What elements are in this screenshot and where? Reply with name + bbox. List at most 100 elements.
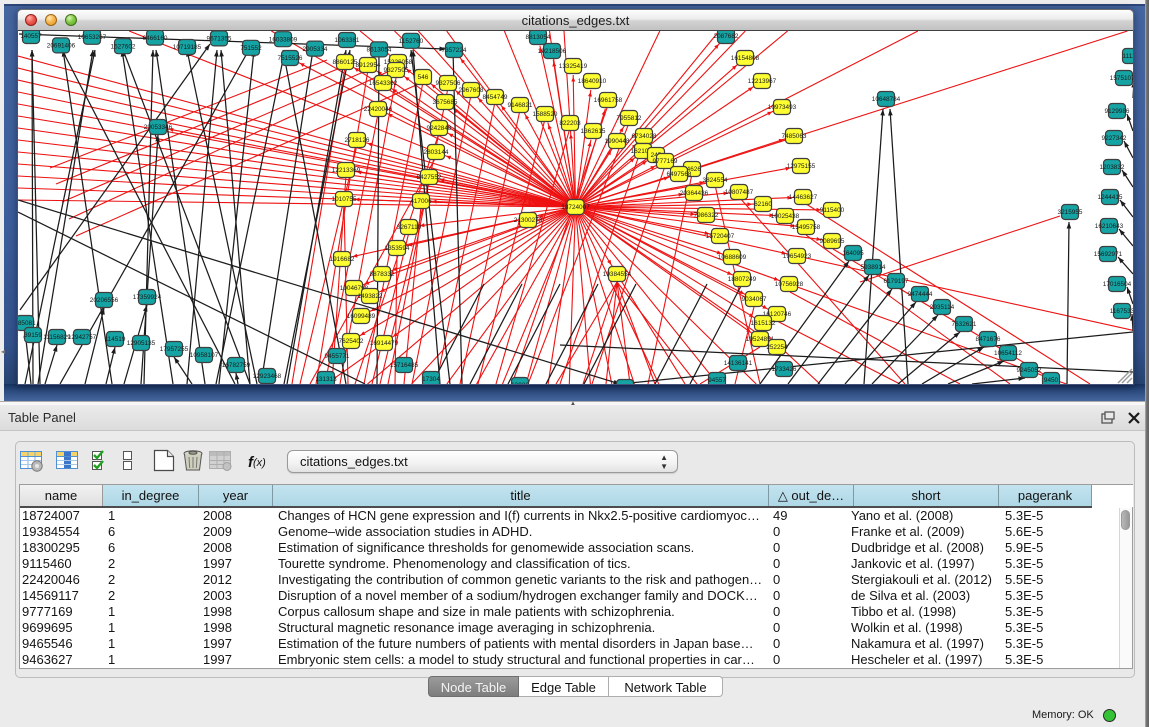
svg-text:1588520: 1588520 xyxy=(533,111,558,118)
svg-text:20691406: 20691406 xyxy=(47,43,76,50)
svg-text:12923468: 12923468 xyxy=(253,373,282,380)
svg-text:10688609: 10688609 xyxy=(718,254,747,261)
svg-text:1527602: 1527602 xyxy=(111,43,136,50)
svg-text:1615132: 1615132 xyxy=(751,320,776,327)
svg-text:3215955: 3215955 xyxy=(1058,209,1083,216)
svg-text:9450: 9450 xyxy=(1044,377,1059,384)
svg-text:15751074: 15751074 xyxy=(1110,75,1133,82)
svg-text:8613054: 8613054 xyxy=(367,47,392,54)
svg-text:1063381: 1063381 xyxy=(335,37,360,44)
svg-text:11125: 11125 xyxy=(1123,53,1133,60)
svg-text:7485063: 7485063 xyxy=(782,133,807,140)
svg-text:8860125: 8860125 xyxy=(333,59,358,66)
svg-text:9146821: 9146821 xyxy=(508,102,533,109)
svg-text:417006: 417006 xyxy=(410,198,432,205)
svg-text:19384554: 19384554 xyxy=(603,271,632,278)
svg-text:822203: 822203 xyxy=(559,120,581,127)
svg-text:140557: 140557 xyxy=(20,33,42,40)
svg-text:1916682: 1916682 xyxy=(330,256,355,263)
svg-text:20206556: 20206556 xyxy=(90,297,119,304)
svg-text:9777169: 9777169 xyxy=(653,158,678,165)
svg-text:5938914: 5938914 xyxy=(861,264,886,271)
svg-text:16154808: 16154808 xyxy=(731,55,760,62)
svg-text:185081: 185081 xyxy=(18,320,36,327)
svg-text:6734028: 6734028 xyxy=(632,133,657,140)
svg-text:15720407: 15720407 xyxy=(706,233,735,240)
svg-text:(x): (x) xyxy=(253,457,266,469)
svg-text:17016504: 17016504 xyxy=(1103,281,1132,288)
svg-text:14463627: 14463627 xyxy=(789,194,818,201)
svg-text:7357224: 7357224 xyxy=(442,47,467,54)
svg-text:9129986: 9129986 xyxy=(1105,108,1130,115)
svg-text:20364436: 20364436 xyxy=(680,190,709,197)
svg-text:16961758: 16961758 xyxy=(594,97,623,104)
svg-text:15495758: 15495758 xyxy=(792,224,821,231)
svg-text:16210643: 16210643 xyxy=(1095,223,1124,230)
svg-text:3675685: 3675685 xyxy=(433,99,458,106)
svg-text:3824554: 3824554 xyxy=(703,177,728,184)
svg-text:751552: 751552 xyxy=(240,45,262,52)
svg-text:6179197: 6179197 xyxy=(884,278,909,285)
svg-text:12213369: 12213369 xyxy=(332,167,361,174)
svg-text:1362615: 1362615 xyxy=(581,128,606,135)
svg-text:7986322: 7986322 xyxy=(694,212,719,219)
svg-text:8813054: 8813054 xyxy=(526,34,551,41)
svg-text:8912954: 8912954 xyxy=(356,62,381,69)
svg-text:29053346: 29053346 xyxy=(144,124,173,131)
svg-text:39159: 39159 xyxy=(24,332,42,339)
svg-text:62160: 62160 xyxy=(754,201,772,208)
svg-text:9455771: 9455771 xyxy=(325,353,350,360)
svg-text:94557: 94557 xyxy=(708,377,726,384)
svg-text:12036: 12036 xyxy=(511,382,529,384)
svg-text:114519: 114519 xyxy=(105,336,126,343)
svg-text:19218506: 19218506 xyxy=(538,48,567,55)
svg-text:10807487: 10807487 xyxy=(725,189,754,196)
svg-text:6497568: 6497568 xyxy=(667,171,692,178)
svg-text:8454749: 8454749 xyxy=(483,94,508,101)
svg-text:9671355: 9671355 xyxy=(207,36,232,43)
svg-text:7515526: 7515526 xyxy=(278,55,303,62)
svg-text:7632621: 7632621 xyxy=(952,321,977,328)
svg-text:2905334: 2905334 xyxy=(303,46,328,53)
svg-text:17304: 17304 xyxy=(422,376,440,383)
svg-text:10973493: 10973493 xyxy=(768,104,797,111)
svg-text:10648784: 10648784 xyxy=(872,96,901,103)
svg-text:10756928: 10756928 xyxy=(775,281,804,288)
svg-text:1152760: 1152760 xyxy=(399,38,424,45)
svg-text:12975155: 12975155 xyxy=(787,163,816,170)
svg-text:1733426: 1733426 xyxy=(772,366,797,373)
svg-text:12905135: 12905135 xyxy=(127,340,156,347)
svg-text:7625402: 7625402 xyxy=(339,338,364,345)
svg-text:9327505: 9327505 xyxy=(384,67,409,74)
svg-text:10719185: 10719185 xyxy=(173,44,202,51)
svg-text:17359924: 17359924 xyxy=(133,294,162,301)
svg-text:18640910: 18640910 xyxy=(578,78,607,85)
svg-text:2935114: 2935114 xyxy=(930,304,955,311)
svg-text:1493822: 1493822 xyxy=(358,293,383,300)
svg-text:12942757: 12942757 xyxy=(68,334,97,341)
svg-text:3267110: 3267110 xyxy=(397,224,422,231)
svg-text:2967608: 2967608 xyxy=(459,87,484,94)
svg-text:18807249: 18807249 xyxy=(728,276,757,283)
svg-text:6466160: 6466160 xyxy=(143,35,168,42)
svg-text:9474444: 9474444 xyxy=(908,291,933,298)
svg-text:15716485: 15716485 xyxy=(390,362,419,369)
svg-text:14136141: 14136141 xyxy=(724,360,753,367)
svg-text:2087682: 2087682 xyxy=(714,33,739,40)
svg-text:2718126: 2718126 xyxy=(345,137,370,144)
svg-text:1990448: 1990448 xyxy=(605,138,630,145)
svg-text:16543362: 16543362 xyxy=(369,80,398,87)
svg-text:10653267: 10653267 xyxy=(78,34,107,41)
svg-text:1010755: 1010755 xyxy=(332,196,357,203)
svg-text:9089695: 9089695 xyxy=(820,238,845,245)
svg-text:164095: 164095 xyxy=(842,250,864,257)
svg-text:2803144: 2803144 xyxy=(424,149,449,156)
svg-text:9242848: 9242848 xyxy=(427,125,452,132)
svg-text:1353594: 1353594 xyxy=(385,245,410,252)
svg-text:9245052: 9245052 xyxy=(1017,367,1042,374)
svg-text:546: 546 xyxy=(418,74,429,81)
svg-text:17957255: 17957255 xyxy=(160,346,189,353)
svg-text:12213967: 12213967 xyxy=(748,78,777,85)
svg-text:8878332: 8878332 xyxy=(370,271,395,278)
svg-text:8427552: 8427552 xyxy=(417,174,442,181)
